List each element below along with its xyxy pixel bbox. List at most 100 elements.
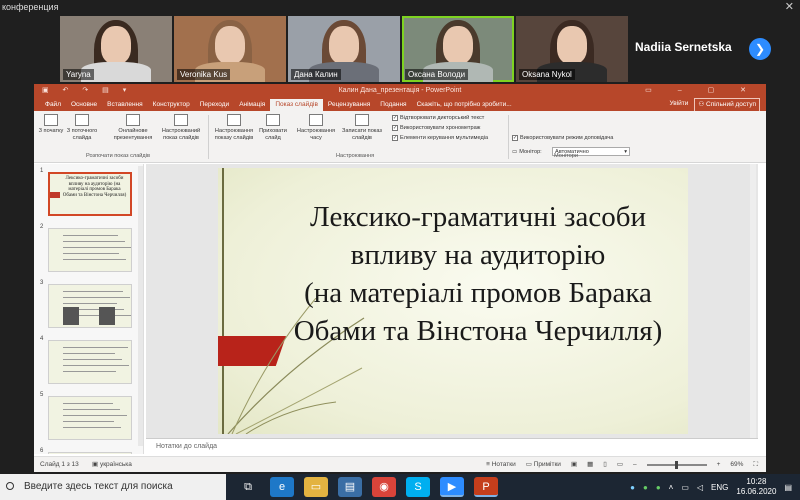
thumbnail-number: 4 [40, 336, 44, 342]
ribbon-tab[interactable]: Файл [40, 99, 66, 111]
setup-show-button[interactable]: Настроювання показу слайдів [212, 114, 256, 141]
volume-icon[interactable]: ◁ [697, 483, 703, 492]
thumbnail-number: 3 [40, 280, 44, 286]
zoom-slider-knob[interactable] [674, 460, 678, 469]
tray-app-icon[interactable]: ● [656, 483, 661, 492]
ribbon-tab[interactable]: Подання [375, 99, 411, 111]
participant-tile[interactable]: Yaryna [60, 16, 172, 82]
explorer-icon[interactable]: ▭ [304, 477, 328, 497]
language-indicator[interactable]: ▣ українська [92, 457, 132, 472]
thumb-decor [50, 192, 60, 198]
ribbon-tab[interactable]: Основне [66, 99, 102, 111]
skype-icon[interactable]: S [406, 477, 430, 497]
thumb-text-line [63, 403, 113, 404]
windows-taskbar: Введите здесь текст для поиска ⧉ e ▭ ▤ ◉ S ▶ P … [0, 474, 800, 500]
slide-thumbnail[interactable]: 4 [38, 336, 138, 386]
from-beginning-label: З початку [38, 128, 64, 134]
signin-link[interactable]: Увійти [669, 98, 688, 112]
media-controls-checkbox[interactable]: ✓ Елементи керування мультимедіа [392, 135, 488, 141]
next-page-button[interactable]: ❯ [749, 38, 771, 60]
store-icon[interactable]: ▤ [338, 477, 362, 497]
slide-thumbnail[interactable]: 6 [38, 448, 138, 454]
from-current-label: З поточного слайда [66, 128, 98, 141]
reading-view-button[interactable]: ▯ [603, 457, 607, 472]
from-current-button[interactable]: З поточного слайда [66, 114, 98, 141]
comments-toggle-button[interactable]: ▭ Примітки [526, 457, 561, 472]
thumbnail-number: 5 [40, 392, 44, 398]
from-beginning-button[interactable]: З початку [38, 114, 64, 135]
ribbon-tab[interactable]: Показ слайдів [270, 99, 323, 111]
hide-slide-button[interactable]: Приховати слайд [258, 114, 288, 141]
checkmark-icon: ✓ [392, 125, 398, 131]
chevron-up-icon[interactable]: ˄ [669, 483, 674, 492]
current-slide[interactable]: Лексико-граматичні засоби впливу на аудит… [218, 168, 688, 434]
clock-date: 16.06.2020 [736, 487, 777, 496]
slide-sorter-button[interactable]: ▦ [587, 457, 593, 472]
slide-thumbnail[interactable]: 2 [38, 224, 138, 274]
thumbnail-scrollbar[interactable] [138, 166, 143, 446]
participant-tile[interactable]: Oksana Nykol [516, 16, 628, 82]
tell-me-search[interactable]: Скажіть, що потрібно зробити... [412, 99, 517, 111]
share-button[interactable]: ⚇ Спільний доступ [694, 98, 760, 112]
zoom-icon[interactable]: ▶ [440, 477, 464, 497]
ribbon-tab[interactable]: Переходи [195, 99, 234, 111]
rehearse-timings-button[interactable]: Настроювання часу [294, 114, 338, 141]
stopwatch-icon [309, 114, 323, 126]
task-view-icon[interactable]: ⧉ [236, 477, 260, 497]
presenter-view-checkbox[interactable]: ✓ Використовувати режим доповідача [512, 135, 613, 141]
zoom-slider[interactable] [646, 460, 707, 469]
fit-to-window-button[interactable]: ⛶ [753, 457, 758, 472]
window-controls[interactable]: ▭ – ▢ ✕ [645, 84, 758, 97]
tray-app-icon[interactable]: ● [643, 483, 648, 492]
comment-icon: ▭ [525, 461, 534, 468]
notifications-icon[interactable]: ▤ [784, 483, 792, 492]
zoom-in-button[interactable]: + [717, 457, 721, 472]
tray-app-icon[interactable]: ● [630, 483, 635, 492]
slide-thumbnail[interactable]: 5 [38, 392, 138, 442]
participant-tile[interactable]: Veronika Kus [174, 16, 286, 82]
play-narrations-checkbox[interactable]: ✓ Відтворювати дикторський текст [392, 115, 484, 121]
participant-tile[interactable]: Оксана Володи [402, 16, 514, 82]
notes-pane[interactable]: Нотатки до слайда [146, 438, 758, 454]
ribbon-tab[interactable]: Вставлення [102, 99, 148, 111]
slide-scrollbar[interactable] [750, 164, 756, 438]
ribbon-tab[interactable]: Анімація [234, 99, 270, 111]
monitor-label-text: Монітор: [519, 149, 542, 155]
slide-thumbnail[interactable]: 1 Лексико-граматичні засоби впливу на ауд… [38, 168, 138, 218]
zoom-out-button[interactable]: – [633, 457, 637, 472]
slideshow-view-button[interactable]: ▭ [617, 457, 623, 472]
present-online-button[interactable]: Онлайнове презентування [110, 114, 156, 141]
language-label: українська [99, 461, 132, 468]
media-controls-label: Елементи керування мультимедіа [400, 135, 489, 141]
clock[interactable]: 10:28 16.06.2020 [736, 477, 776, 497]
input-language[interactable]: ENG [711, 483, 728, 492]
chrome-icon[interactable]: ◉ [372, 477, 396, 497]
participant-tile[interactable]: Дана Калин [288, 16, 400, 82]
checkmark-icon: ✓ [512, 135, 518, 141]
close-icon[interactable]: ✕ [785, 0, 794, 14]
slide-editing-area: Лексико-граматичні засоби впливу на аудит… [146, 164, 758, 438]
notes-toggle-button[interactable]: ≡ Нотатки [486, 457, 516, 472]
search-icon [6, 482, 14, 490]
record-show-button[interactable]: Записати показ слайдів [340, 114, 384, 141]
slideshow-start-icon [44, 114, 58, 126]
normal-view-button[interactable]: ▣ [571, 457, 577, 472]
slide-thumbnail[interactable]: 3 [38, 280, 138, 330]
edge-icon[interactable]: e [270, 477, 294, 497]
custom-show-button[interactable]: Настроюваний показ слайдів [158, 114, 204, 141]
use-timings-checkbox[interactable]: ✓ Використовувати хронометраж [392, 125, 480, 131]
participant-name: Veronika Kus [177, 69, 231, 80]
custom-show-icon [174, 114, 188, 126]
ribbon-tab[interactable]: Конструктор [148, 99, 195, 111]
thumbnail-preview [48, 284, 132, 328]
slide-title-line: впливу на аудиторію [350, 239, 606, 271]
network-icon[interactable]: ▭ [681, 483, 689, 492]
thumb-text-line [63, 347, 128, 348]
thumbnail-preview [48, 340, 132, 384]
clock-time: 10:28 [746, 477, 767, 486]
thumb-text-line [63, 365, 129, 366]
powerpoint-icon[interactable]: P [474, 477, 498, 497]
zoom-level[interactable]: 69% [730, 457, 743, 472]
ribbon-tab[interactable]: Рецензування [323, 99, 375, 111]
taskbar-search-box[interactable]: Введите здесь текст для поиска [0, 474, 226, 500]
